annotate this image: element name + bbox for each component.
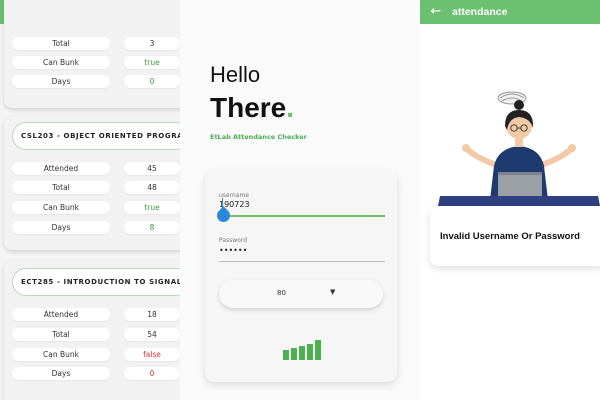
password-underline: [219, 261, 385, 262]
greeting-there: There.: [210, 92, 294, 124]
arrow-left-icon[interactable]: ←: [420, 0, 452, 24]
row-value: 0: [124, 75, 180, 88]
error-screen: ← attendance Invalid Username Or Passwor…: [420, 0, 600, 400]
card-row: Total 48: [12, 181, 180, 194]
row-label: Can Bunk: [12, 56, 110, 69]
subject-title: CSL203 - OBJECT ORIENTED PROGRAMMIN...: [12, 122, 180, 150]
subject-card[interactable]: CSL203 - OBJECT ORIENTED PROGRAMMIN... A…: [4, 116, 180, 250]
row-value: 8: [124, 221, 180, 234]
row-label: Can Bunk: [12, 348, 110, 361]
row-label: Total: [12, 328, 110, 341]
row-value: 54: [124, 328, 180, 341]
card-row: Days 0: [12, 75, 180, 88]
confused-person-illustration: [438, 91, 600, 206]
login-screen: Hello There. EtLab Attendance Checker us…: [180, 0, 420, 400]
threshold-select[interactable]: 80 ▼: [219, 280, 383, 308]
row-label: Total: [12, 181, 110, 194]
row-label: Attended: [12, 162, 110, 175]
row-value: true: [124, 201, 180, 214]
app-subtitle: EtLab Attendance Checker: [210, 133, 307, 141]
row-value: true: [124, 56, 180, 69]
card-row: Days 0: [12, 367, 180, 380]
loading-bar: [291, 348, 297, 360]
row-label: Can Bunk: [12, 201, 110, 214]
username-label: username: [219, 192, 249, 199]
card-row: Can Bunk true: [12, 201, 180, 214]
threshold-value: 80: [277, 289, 286, 297]
card-row: Days 8: [12, 221, 180, 234]
error-card: Invalid Username Or Password: [430, 206, 600, 266]
card-row: Can Bunk true: [12, 56, 180, 69]
greeting-dot: .: [286, 92, 295, 123]
row-label: Days: [12, 75, 110, 88]
card-row: Total 54: [12, 328, 180, 341]
card-row: Total 3: [12, 37, 180, 50]
row-value: 18: [124, 308, 180, 321]
loading-bar: [299, 346, 305, 360]
row-value: 45: [124, 162, 180, 175]
row-label: Total: [12, 37, 110, 50]
row-value: 3: [124, 37, 180, 50]
row-label: Days: [12, 221, 110, 234]
row-label: Days: [12, 367, 110, 380]
subject-card: Total 3 Can Bunk true Days 0: [4, 0, 180, 108]
password-label: Password: [219, 237, 248, 244]
app-stage: ← attendance Total 3 Can Bunk true Days …: [0, 0, 600, 400]
loading-bar: [283, 350, 289, 360]
username-underline: [219, 215, 385, 217]
attendance-list-screen: ← attendance Total 3 Can Bunk true Days …: [0, 0, 180, 400]
row-value: 48: [124, 181, 180, 194]
row-label: Attended: [12, 308, 110, 321]
loading-bar: [307, 344, 313, 360]
app-bar-title: attendance: [452, 6, 508, 18]
row-value: false: [124, 348, 180, 361]
subject-title: ECT285 - INTRODUCTION TO SIGNALS AND ...: [12, 268, 180, 296]
card-row: Attended 18: [12, 308, 180, 321]
error-message: Invalid Username Or Password: [440, 231, 580, 242]
caret-down-icon: ▼: [330, 288, 336, 296]
card-row: Can Bunk false: [12, 348, 180, 361]
greeting-there-text: There: [210, 92, 287, 123]
greeting-hello: Hello: [210, 62, 261, 87]
card-row: Attended 45: [12, 162, 180, 175]
loading-bar: [315, 340, 321, 360]
password-field[interactable]: ••••••: [219, 246, 247, 255]
subject-card[interactable]: ECT285 - INTRODUCTION TO SIGNALS AND ...…: [4, 260, 180, 400]
login-form-card: username 190723 Password •••••• 80 ▼: [205, 170, 397, 382]
row-value: 0: [124, 367, 180, 380]
app-bar: ← attendance: [420, 0, 600, 24]
loading-bars-icon: [283, 340, 323, 360]
